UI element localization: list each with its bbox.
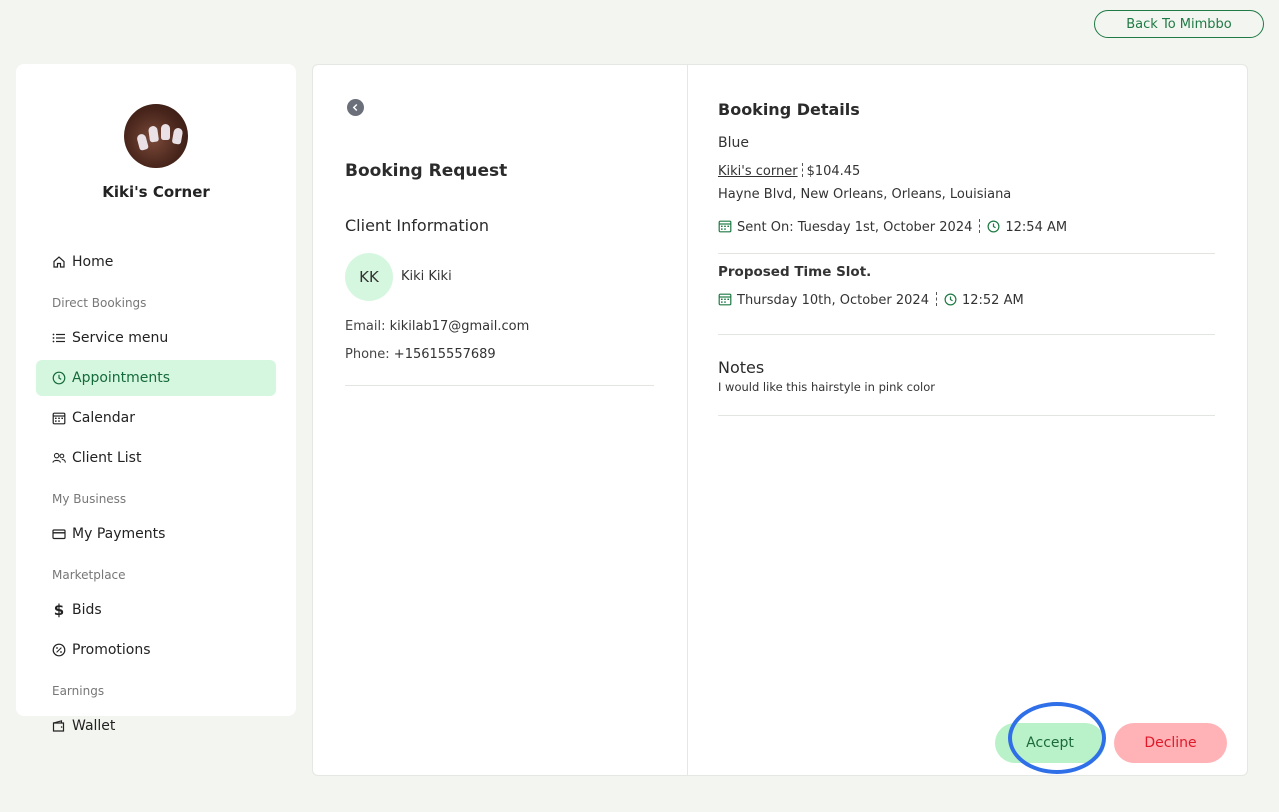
back-arrow-icon[interactable] bbox=[347, 99, 364, 116]
sidebar-item-calendar[interactable]: Calendar bbox=[36, 400, 276, 436]
sidebar-item-my-payments[interactable]: My Payments bbox=[36, 516, 276, 552]
notes-divider bbox=[718, 415, 1215, 416]
client-name: Kiki Kiki bbox=[401, 269, 452, 284]
details-divider bbox=[718, 253, 1215, 254]
notes-heading: Notes bbox=[718, 358, 765, 377]
phone-value: +15615557689 bbox=[393, 347, 496, 362]
separator bbox=[979, 219, 981, 233]
wallet-icon bbox=[52, 719, 66, 733]
card-icon bbox=[52, 527, 66, 541]
section-direct-bookings: Direct Bookings bbox=[52, 296, 147, 310]
separator bbox=[801, 163, 803, 177]
sidebar-item-label: Wallet bbox=[72, 718, 116, 734]
dollar-icon: $ bbox=[53, 601, 65, 619]
sidebar-item-label: My Payments bbox=[72, 526, 166, 542]
sidebar-item-label: Calendar bbox=[72, 410, 135, 426]
sidebar-item-label: Bids bbox=[72, 602, 102, 618]
sidebar-item-label: Home bbox=[72, 254, 114, 270]
sidebar-item-label: Client List bbox=[72, 450, 142, 466]
list-icon bbox=[52, 331, 66, 345]
vendor-link[interactable]: Kiki's corner bbox=[718, 164, 798, 179]
decline-button[interactable]: Decline bbox=[1114, 723, 1227, 763]
sidebar-item-bids[interactable]: $ Bids bbox=[36, 592, 276, 628]
clock-icon bbox=[52, 371, 66, 385]
sidebar-item-label: Promotions bbox=[72, 642, 151, 658]
column-divider bbox=[687, 65, 688, 775]
booking-request-card: Booking Request Client Information KK Ki… bbox=[312, 64, 1248, 776]
client-avatar: KK bbox=[345, 253, 393, 301]
price: $104.45 bbox=[806, 164, 861, 179]
client-email: Email: kikilab17@gmail.com bbox=[345, 319, 529, 334]
page-title: Booking Request bbox=[345, 161, 508, 181]
proposed-slot-heading: Proposed Time Slot. bbox=[718, 264, 872, 280]
sent-on-date: Sent On: Tuesday 1st, October 2024 bbox=[737, 220, 973, 235]
sidebar-item-label: Appointments bbox=[72, 370, 171, 386]
discount-icon bbox=[52, 643, 66, 657]
sidebar-item-client-list[interactable]: Client List bbox=[36, 440, 276, 476]
proposed-date: Thursday 10th, October 2024 bbox=[737, 293, 929, 308]
client-info-heading: Client Information bbox=[345, 216, 490, 235]
calendar-icon bbox=[52, 411, 66, 425]
sidebar-item-wallet[interactable]: Wallet bbox=[36, 708, 276, 744]
proposed-time: 12:52 AM bbox=[961, 293, 1024, 308]
clock-icon bbox=[944, 293, 957, 310]
phone-label: Phone: bbox=[345, 347, 390, 362]
section-earnings: Earnings bbox=[52, 684, 105, 698]
client-phone: Phone: +15615557689 bbox=[345, 347, 496, 362]
email-label: Email: bbox=[345, 319, 386, 334]
proposed-slot-row: Thursday 10th, October 2024 12:52 AM bbox=[718, 292, 1024, 310]
sidebar-item-service-menu[interactable]: Service menu bbox=[36, 320, 276, 356]
business-name: Kiki's Corner bbox=[102, 183, 210, 201]
proposed-divider bbox=[718, 334, 1215, 335]
separator bbox=[935, 292, 937, 306]
clock-icon bbox=[987, 220, 1000, 237]
client-divider bbox=[345, 385, 654, 386]
sidebar: Kiki's Corner Home Direct Bookings Servi… bbox=[16, 64, 296, 734]
users-icon bbox=[52, 451, 66, 465]
address: Hayne Blvd, New Orleans, Orleans, Louisi… bbox=[718, 187, 1012, 202]
notes-text: I would like this hairstyle in pink colo… bbox=[718, 380, 935, 394]
calendar-icon bbox=[718, 292, 732, 310]
email-value: kikilab17@gmail.com bbox=[389, 319, 530, 334]
sidebar-item-home[interactable]: Home bbox=[36, 244, 276, 280]
calendar-icon bbox=[718, 219, 732, 237]
sidebar-item-promotions[interactable]: Promotions bbox=[36, 632, 276, 668]
avatar bbox=[124, 104, 188, 168]
section-marketplace: Marketplace bbox=[52, 568, 126, 582]
section-my-business: My Business bbox=[52, 492, 127, 506]
sent-on-time: 12:54 AM bbox=[1005, 220, 1068, 235]
service-name: Blue bbox=[718, 135, 749, 151]
sent-on-row: Sent On: Tuesday 1st, October 2024 12:54… bbox=[718, 219, 1067, 237]
accept-button[interactable]: Accept bbox=[995, 723, 1105, 763]
back-to-mimbbo-button[interactable]: Back To Mimbbo bbox=[1094, 10, 1264, 38]
home-icon bbox=[52, 255, 66, 269]
sidebar-item-label: Service menu bbox=[72, 330, 169, 346]
vendor-price-row: Kiki's corner $104.45 bbox=[718, 163, 860, 179]
booking-details-heading: Booking Details bbox=[718, 100, 860, 119]
sidebar-item-appointments[interactable]: Appointments bbox=[36, 360, 276, 396]
